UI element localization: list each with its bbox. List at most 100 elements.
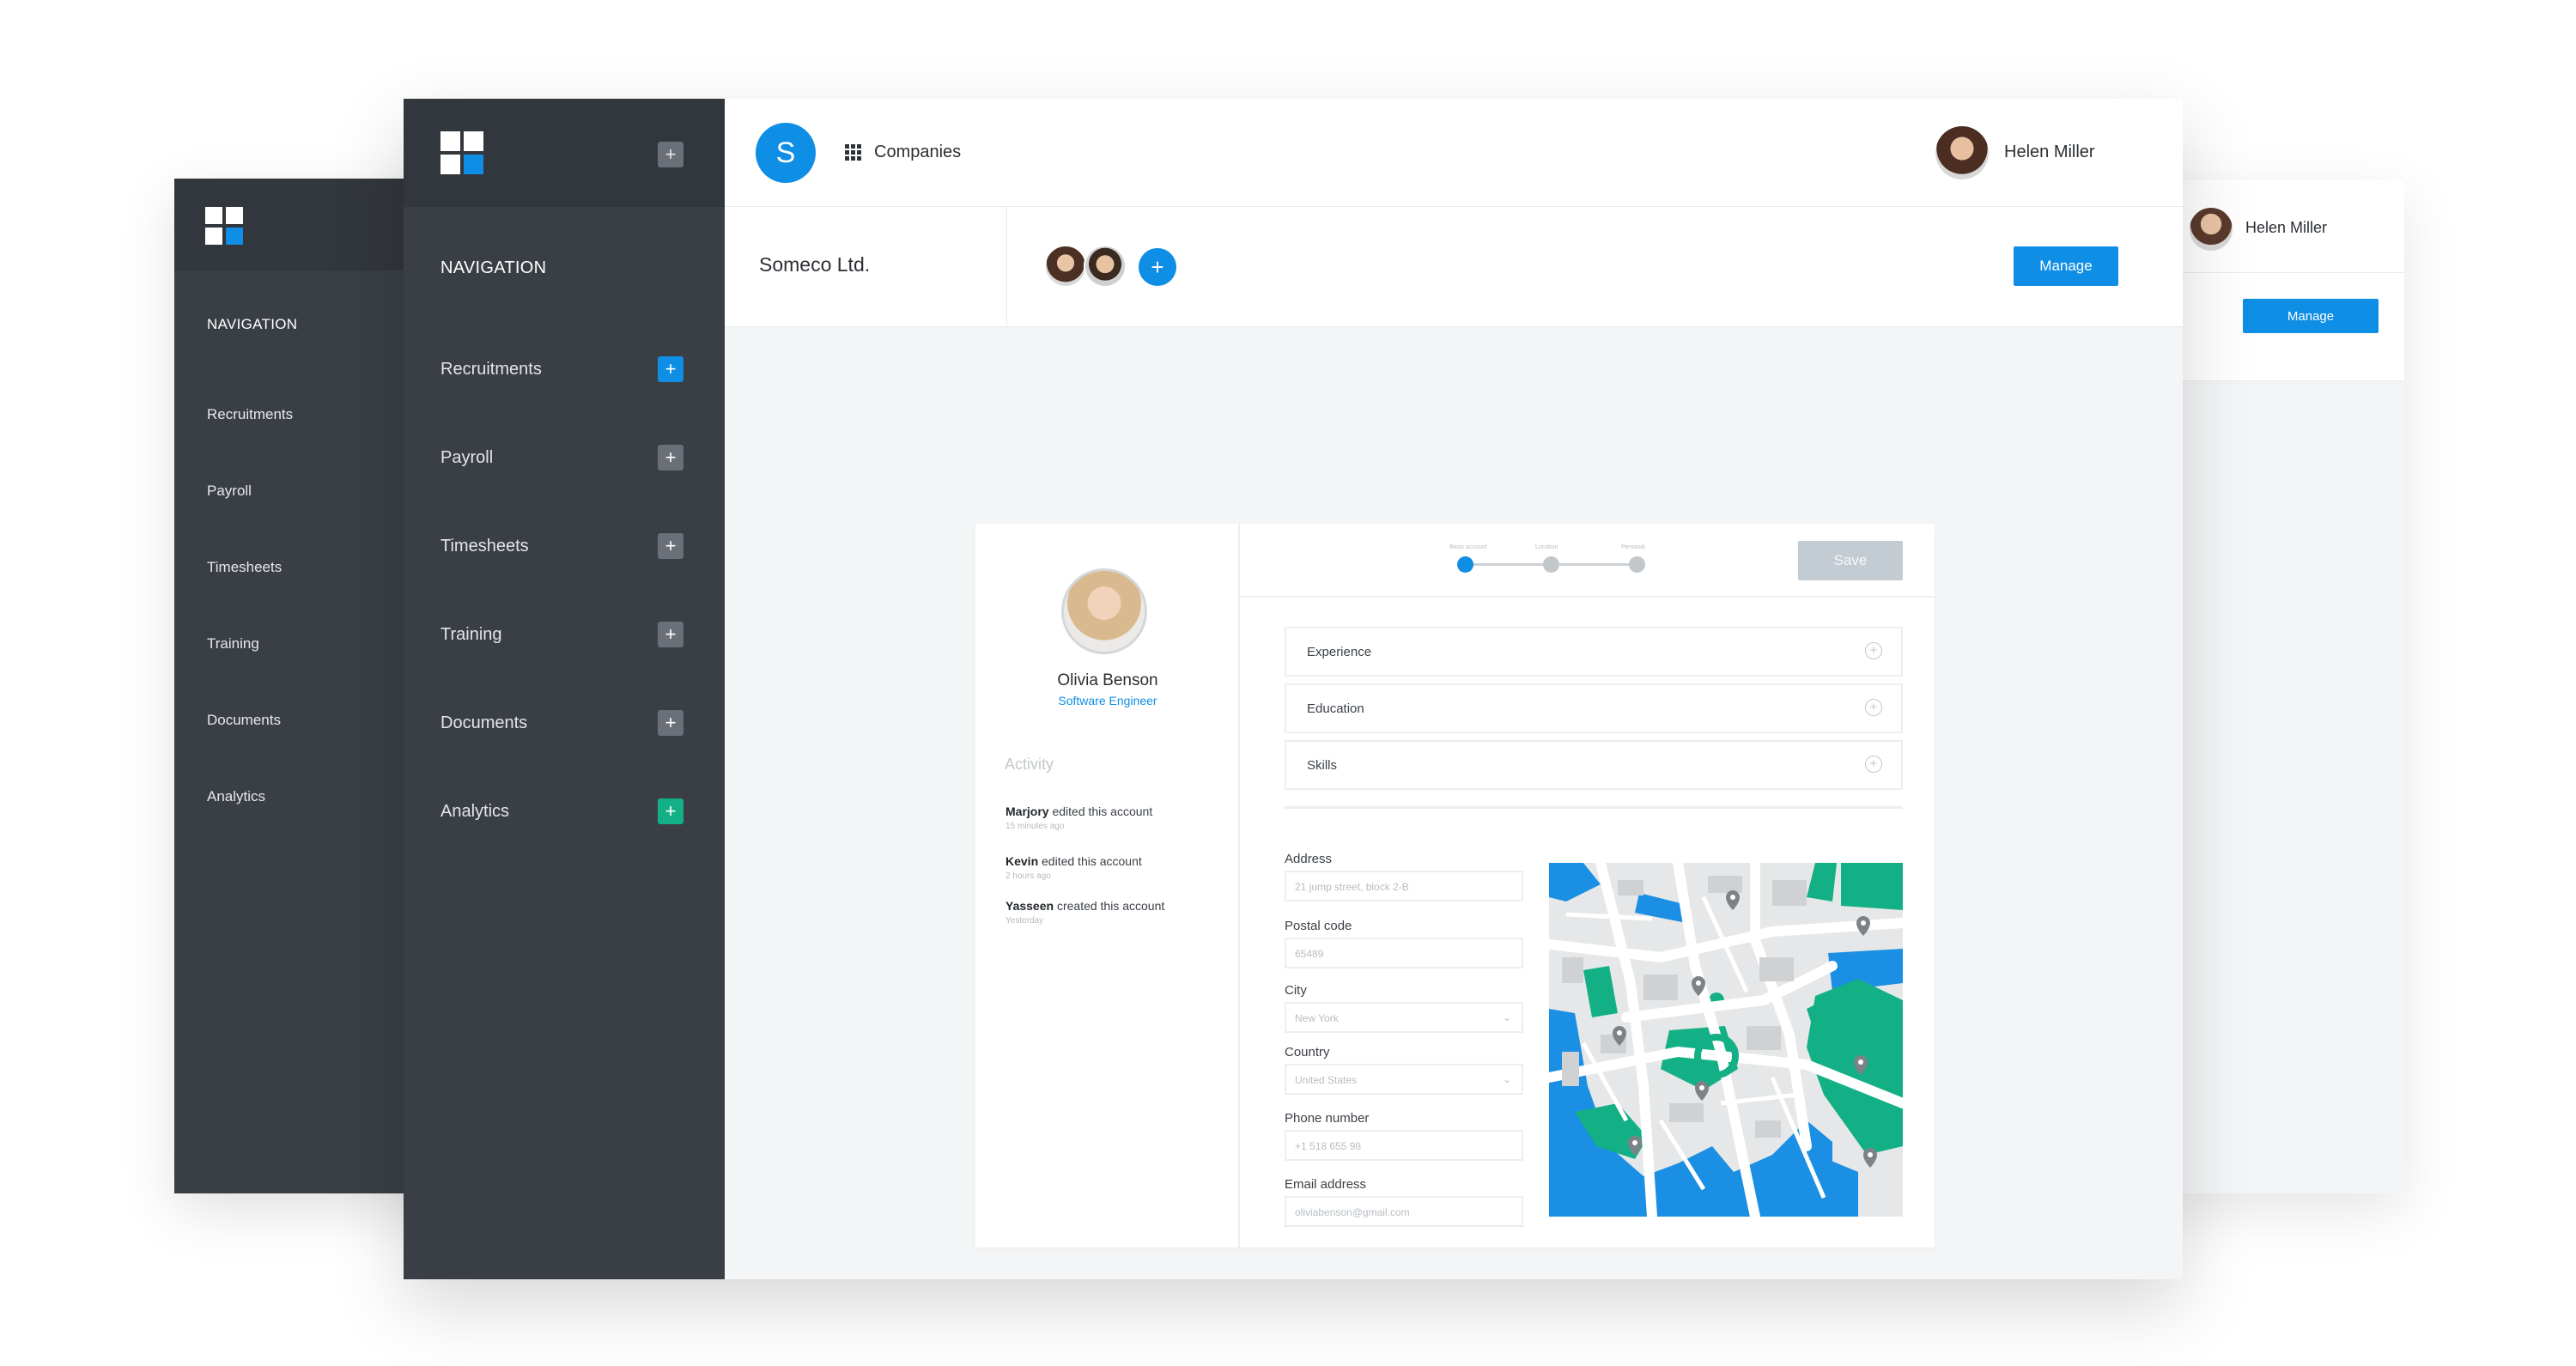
save-button[interactable]: Save <box>1798 541 1903 580</box>
back-nav-item[interactable]: Timesheets <box>207 559 282 576</box>
section-education[interactable]: Education + <box>1285 683 1903 733</box>
profile-panel: Olivia Benson Software Engineer Activity… <box>975 524 1240 1248</box>
member-avatar[interactable] <box>1084 245 1127 288</box>
back-nav-item[interactable]: Analytics <box>207 788 265 805</box>
manage-button[interactable]: Manage <box>2014 246 2118 286</box>
company-badge[interactable]: S <box>756 123 816 183</box>
sidebar-add-button[interactable]: + <box>658 142 683 167</box>
add-circle-icon[interactable]: + <box>1865 642 1882 659</box>
sidebar-item-timesheets[interactable]: Timesheets + <box>404 521 725 573</box>
country-value: United States <box>1295 1074 1358 1086</box>
email-field[interactable]: oliviabenson@gmail.com <box>1285 1196 1523 1227</box>
sidebar-item-label: Documents <box>440 713 528 732</box>
step-label: Personal <box>1621 544 1645 550</box>
user-avatar[interactable] <box>1935 126 1989 179</box>
section-skills[interactable]: Skills + <box>1285 740 1903 790</box>
back-user-avatar <box>2190 208 2233 251</box>
section-label: Education <box>1307 701 1364 716</box>
address-value: 21 jump street, block 2-B <box>1295 881 1409 893</box>
profile-avatar[interactable] <box>1061 568 1147 654</box>
chevron-down-icon: ⌄ <box>1502 1011 1511 1023</box>
sidebar-item-documents[interactable]: Documents + <box>404 698 725 750</box>
city-select[interactable]: New York ⌄ <box>1285 1002 1523 1033</box>
navigation-title: NAVIGATION <box>440 258 547 277</box>
plus-icon[interactable]: + <box>658 533 683 559</box>
phone-field[interactable]: +1 518 655 98 <box>1285 1130 1523 1161</box>
plus-icon[interactable]: + <box>658 710 683 736</box>
sidebar-item-label: Timesheets <box>440 537 529 556</box>
add-circle-icon[interactable]: + <box>1865 756 1882 773</box>
activity-user[interactable]: Yasseen <box>1005 899 1054 913</box>
back-topbar: Helen Miller <box>2147 180 2404 273</box>
back-nav-item[interactable]: Documents <box>207 712 281 729</box>
back-user-name: Helen Miller <box>2245 219 2328 236</box>
phone-value: +1 518 655 98 <box>1295 1140 1362 1152</box>
address-label: Address <box>1285 852 1333 866</box>
sidebar-item-label: Analytics <box>440 802 510 821</box>
map-graphic <box>1549 863 1903 1217</box>
company-name: Someco Ltd. <box>759 253 871 276</box>
activity-user[interactable]: Kevin <box>1005 854 1038 868</box>
add-circle-icon[interactable]: + <box>1865 699 1882 716</box>
postal-code-field[interactable]: 65489 <box>1285 938 1523 968</box>
sidebar-item-analytics[interactable]: Analytics + <box>404 786 725 838</box>
divider <box>1006 207 1007 327</box>
section-experience[interactable]: Experience + <box>1285 627 1903 677</box>
companies-link[interactable]: Companies <box>874 143 961 162</box>
sidebar-item-recruitments[interactable]: Recruitments + <box>404 344 725 396</box>
plus-icon[interactable]: + <box>658 356 683 382</box>
country-select[interactable]: United States ⌄ <box>1285 1064 1523 1095</box>
background-window-right: Helen Miller Manage <box>2147 180 2404 1193</box>
back-nav-item[interactable]: Payroll <box>207 483 252 500</box>
country-label: Country <box>1285 1045 1330 1059</box>
step-dot[interactable] <box>1457 556 1473 573</box>
address-field[interactable]: 21 jump street, block 2-B <box>1285 871 1523 902</box>
grid-icon[interactable] <box>845 144 862 161</box>
activity-time: 15 minutes ago <box>1005 822 1065 831</box>
plus-icon[interactable]: + <box>658 622 683 647</box>
activity-action: created this account <box>1056 899 1165 913</box>
profile-form: Basic account Location Personal Save Exper… <box>1240 524 1935 1248</box>
location-map[interactable] <box>1549 863 1903 1217</box>
step-label: Location <box>1535 544 1558 550</box>
profile-card: Olivia Benson Software Engineer Activity… <box>975 524 1935 1248</box>
back-manage-button[interactable]: Manage <box>2243 299 2379 333</box>
activity-item: Yasseen created this account Yesterday <box>1005 899 1164 926</box>
city-value: New York <box>1295 1012 1339 1024</box>
sidebar-header: + <box>404 99 725 207</box>
member-avatar[interactable] <box>1044 245 1087 288</box>
postal-code-value: 65489 <box>1295 948 1324 960</box>
back-nav-item[interactable]: Training <box>207 635 259 653</box>
activity-action: edited this account <box>1052 804 1153 818</box>
back-nav-title: NAVIGATION <box>207 316 298 332</box>
sidebar-item-label: Payroll <box>440 448 494 467</box>
add-member-button[interactable]: + <box>1139 248 1176 286</box>
sidebar: + NAVIGATION Recruitments + Payroll + Timesh… <box>404 99 725 1279</box>
activity-time: Yesterday <box>1005 916 1044 926</box>
sidebar-item-training[interactable]: Training + <box>404 610 725 661</box>
step-label: Basic account <box>1449 544 1487 550</box>
activity-item: Marjory edited this account 15 minutes ag… <box>1005 804 1152 831</box>
app-logo-icon[interactable] <box>440 131 483 174</box>
back-nav-item[interactable]: Recruitments <box>207 406 293 423</box>
chevron-down-icon: ⌄ <box>1502 1073 1511 1085</box>
sidebar-item-label: Training <box>440 625 502 644</box>
plus-icon[interactable]: + <box>658 445 683 471</box>
user-name[interactable]: Helen Miller <box>2004 143 2095 162</box>
section-divider <box>1285 806 1903 809</box>
activity-title: Activity <box>1005 756 1054 773</box>
activity-user[interactable]: Marjory <box>1005 804 1049 818</box>
city-label: City <box>1285 983 1307 998</box>
postal-code-label: Postal code <box>1285 919 1352 933</box>
sidebar-item-label: Recruitments <box>440 360 542 379</box>
back-company-bar: Manage <box>2147 273 2404 381</box>
sidebar-item-payroll[interactable]: Payroll + <box>404 433 725 484</box>
content-area: Olivia Benson Software Engineer Activity… <box>725 327 2183 1279</box>
section-label: Skills <box>1307 758 1338 773</box>
step-dot[interactable] <box>1629 556 1645 573</box>
step-dot[interactable] <box>1543 556 1559 573</box>
profile-role[interactable]: Software Engineer <box>975 694 1240 707</box>
profile-name: Olivia Benson <box>1057 671 1158 689</box>
plus-icon[interactable]: + <box>658 798 683 824</box>
app-logo-icon <box>205 207 243 245</box>
